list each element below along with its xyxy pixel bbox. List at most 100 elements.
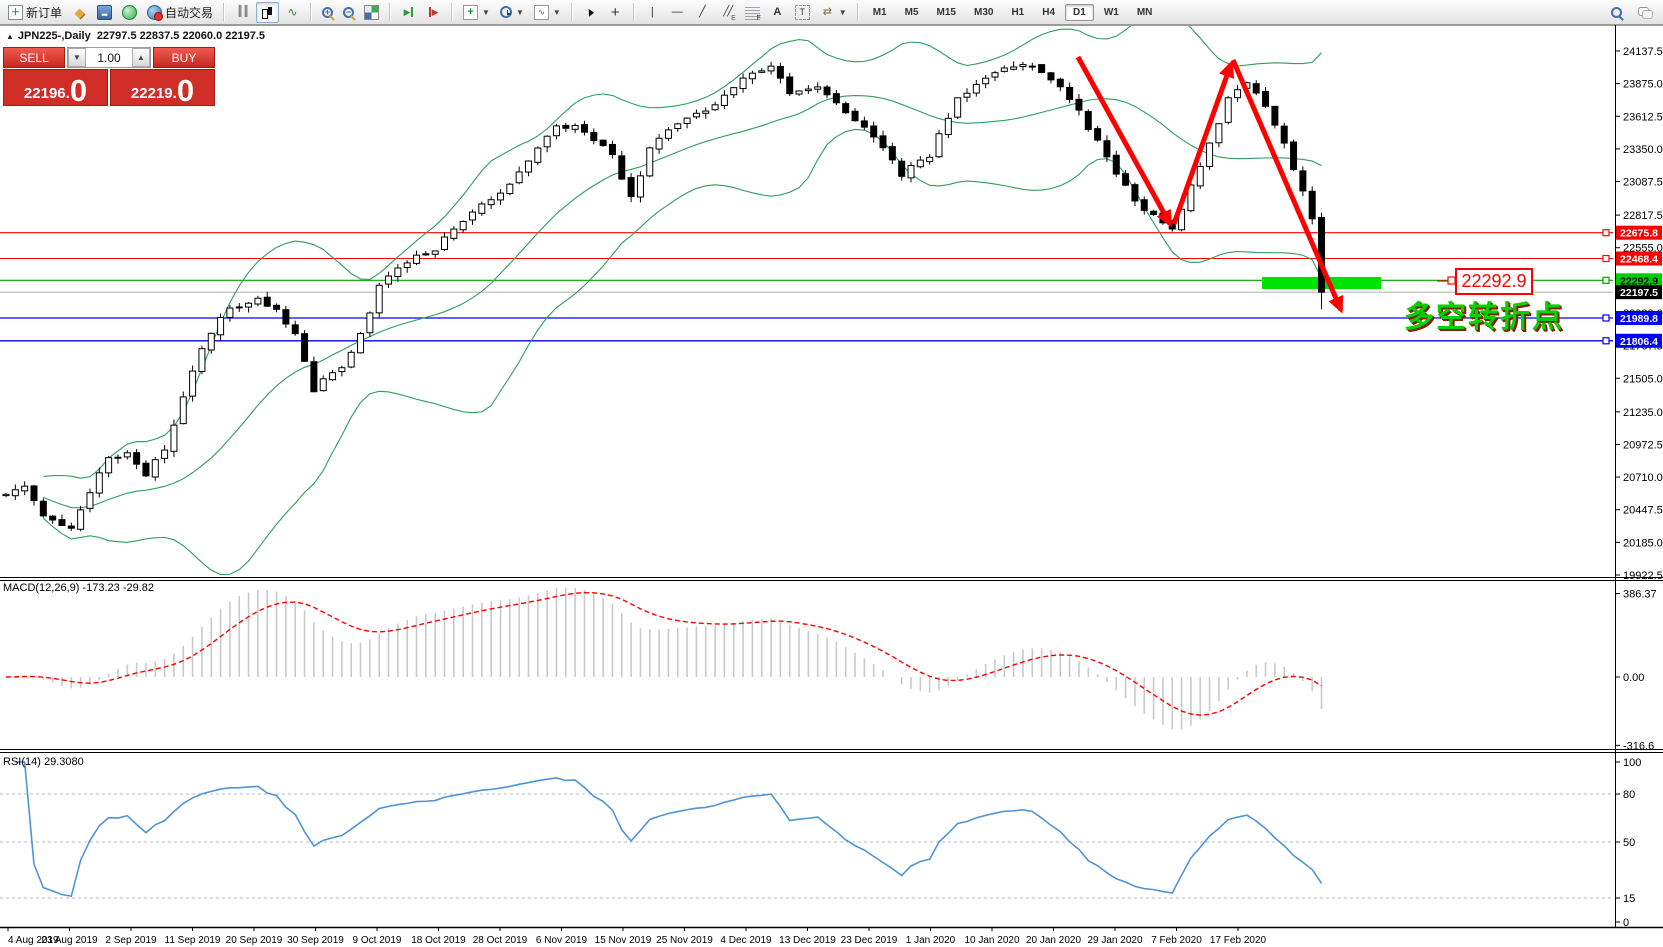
timeframe-m5[interactable]: M5	[897, 4, 927, 21]
channel-button[interactable]	[716, 2, 739, 23]
toolbar-right	[1607, 2, 1659, 23]
chat-icon	[1638, 5, 1653, 20]
indicators-icon	[463, 5, 478, 20]
bar-chart-button[interactable]	[231, 2, 254, 23]
svg-text:80: 80	[1623, 789, 1635, 801]
search-button[interactable]	[1607, 4, 1626, 21]
main-toolbar: 新订单 自动交易 ▼ ▼ ▼ ▼ M1M5M15M30H1H4D1W1MN	[0, 0, 1663, 25]
price-axis[interactable]: 24137.523875.023612.523350.023087.522817…	[1603, 46, 1663, 929]
crosshair-button[interactable]	[604, 2, 627, 23]
chat-button[interactable]	[1634, 2, 1657, 23]
volume-input[interactable]: 1.00	[86, 48, 132, 67]
collapse-icon[interactable]	[6, 30, 18, 42]
timeframe-mn[interactable]: MN	[1129, 4, 1161, 21]
svg-text:50: 50	[1623, 837, 1635, 849]
svg-text:15: 15	[1623, 893, 1635, 905]
timeframe-h4[interactable]: H4	[1034, 4, 1063, 21]
auto-trading-button[interactable]: 自动交易	[143, 1, 217, 24]
candle-chart-button[interactable]	[256, 2, 279, 23]
auto-trading-button-label: 自动交易	[165, 4, 213, 21]
svg-text:28 Oct 2019: 28 Oct 2019	[473, 935, 528, 946]
svg-text:23087.5: 23087.5	[1623, 177, 1663, 189]
buy-price-main: 22219	[131, 85, 173, 104]
svg-text:24137.5: 24137.5	[1623, 46, 1663, 58]
timeframe-m1[interactable]: M1	[865, 4, 895, 21]
indicators-button[interactable]: ▼	[459, 2, 494, 23]
svg-text:0: 0	[1623, 917, 1629, 929]
toolbar-separator	[633, 3, 635, 21]
zoom-in-button[interactable]	[318, 4, 337, 21]
auto-scroll-button[interactable]	[397, 2, 420, 23]
toolbar-separator	[571, 3, 573, 21]
svg-text:2 Sep 2019: 2 Sep 2019	[105, 935, 157, 946]
label-button[interactable]	[791, 2, 814, 23]
buy-button[interactable]: BUY	[153, 47, 215, 68]
time-axis[interactable]: 4 Aug 201923 Aug 20192 Sep 201911 Sep 20…	[8, 927, 1267, 946]
timeframe-m30[interactable]: M30	[966, 4, 1001, 21]
chart-canvas[interactable]: 24137.523875.023612.523350.023087.522817…	[0, 0, 1663, 947]
vline-icon	[645, 5, 660, 20]
autoscroll-icon	[401, 5, 416, 20]
new-order-button[interactable]: 新订单	[4, 1, 66, 24]
main-chart-panel[interactable]	[0, 12, 1613, 575]
chinese-annotation[interactable]: 多空转折点	[1404, 292, 1564, 336]
svg-text:13 Dec 2019: 13 Dec 2019	[779, 935, 836, 946]
svg-text:-316.6: -316.6	[1623, 740, 1654, 752]
svg-text:10 Jan 2020: 10 Jan 2020	[964, 935, 1019, 946]
svg-text:22197.5: 22197.5	[1620, 287, 1658, 299]
templates-button[interactable]: ▼	[530, 2, 565, 23]
chevron-down-icon[interactable]: ▼	[553, 8, 561, 17]
cursor-icon	[583, 5, 598, 20]
macd-panel[interactable]	[6, 588, 1322, 730]
fibonacci-button[interactable]	[741, 2, 764, 23]
periods-button[interactable]: ▼	[496, 3, 528, 21]
terminal-button[interactable]	[93, 2, 116, 23]
timeframe-d1[interactable]: D1	[1065, 4, 1094, 21]
svg-text:23 Dec 2019: 23 Dec 2019	[841, 935, 898, 946]
horizontal-line-button[interactable]	[666, 2, 689, 23]
svg-text:29 Jan 2020: 29 Jan 2020	[1087, 935, 1142, 946]
sell-button[interactable]: SELL	[3, 47, 65, 68]
svg-text:22675.8: 22675.8	[1620, 228, 1658, 240]
svg-text:20185.0: 20185.0	[1623, 537, 1663, 549]
trend-arrow[interactable]	[1174, 64, 1231, 224]
timeframe-w1[interactable]: W1	[1096, 4, 1127, 21]
timeframe-m15[interactable]: M15	[929, 4, 964, 21]
trend-arrow[interactable]	[1233, 60, 1341, 310]
svg-text:7 Feb 2020: 7 Feb 2020	[1151, 935, 1202, 946]
cursor-button[interactable]	[579, 2, 602, 23]
svg-text:23350.0: 23350.0	[1623, 144, 1663, 156]
new-order-icon	[8, 5, 23, 20]
shapes-button[interactable]: ▼	[816, 2, 851, 23]
volume-decrease-button[interactable]: ▼	[68, 48, 86, 67]
text-button[interactable]	[766, 2, 789, 23]
price-callout-box[interactable]: 22292.9	[1455, 268, 1533, 295]
clock-icon	[500, 6, 512, 18]
svg-text:21806.4: 21806.4	[1620, 336, 1658, 348]
signals-button[interactable]	[118, 2, 141, 23]
volume-increase-button[interactable]: ▲	[132, 48, 150, 67]
zoom-out-button[interactable]	[339, 4, 358, 21]
vertical-line-button[interactable]	[641, 2, 664, 23]
chevron-down-icon[interactable]: ▼	[516, 8, 524, 17]
chart-shift-button[interactable]	[422, 2, 445, 23]
svg-text:20710.0: 20710.0	[1623, 472, 1663, 484]
rsi-panel[interactable]	[0, 762, 1613, 898]
trendline-button[interactable]	[691, 2, 714, 23]
linechart-icon	[285, 5, 300, 20]
svg-text:22468.4: 22468.4	[1620, 253, 1658, 265]
svg-text:21505.0: 21505.0	[1623, 373, 1663, 385]
sell-price[interactable]: 22196 . 0	[3, 69, 108, 106]
ohlc-quote: 22797.5 22837.5 22060.0 22197.5	[97, 30, 265, 42]
trend-arrow[interactable]	[1078, 57, 1170, 224]
chevron-down-icon[interactable]: ▼	[839, 8, 847, 17]
signal-icon	[122, 5, 137, 20]
line-chart-button[interactable]	[281, 2, 304, 23]
timeframe-h1[interactable]: H1	[1003, 4, 1032, 21]
buy-price[interactable]: 22219 . 0	[110, 69, 215, 106]
chevron-down-icon[interactable]: ▼	[482, 8, 490, 17]
quotes-button[interactable]	[68, 2, 91, 23]
panel-borders	[0, 25, 1663, 928]
tile-windows-button[interactable]	[360, 2, 383, 23]
autotrade-icon	[147, 5, 162, 20]
